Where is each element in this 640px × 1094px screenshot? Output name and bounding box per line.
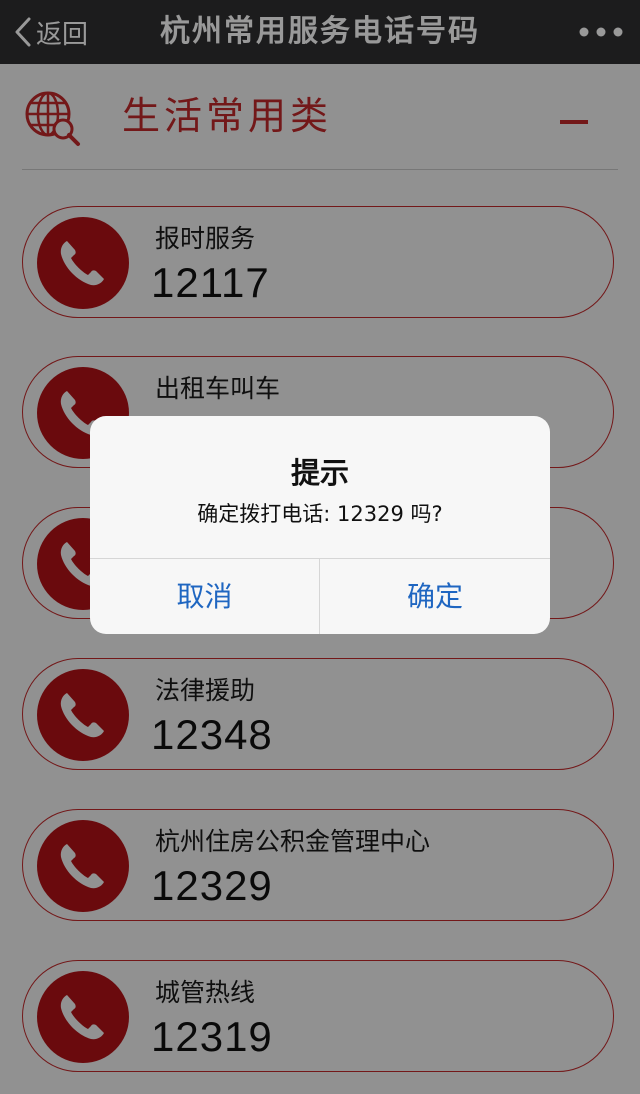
confirm-button[interactable]: 确定 — [320, 559, 550, 634]
dialog-message: 确定拨打电话: 12329 吗? — [197, 502, 443, 526]
dialog-title: 提示 — [290, 456, 349, 490]
cancel-button[interactable]: 取消 — [90, 559, 319, 634]
confirm-call-dialog: 提示 确定拨打电话: 12329 吗? 取消 确定 — [90, 416, 550, 634]
